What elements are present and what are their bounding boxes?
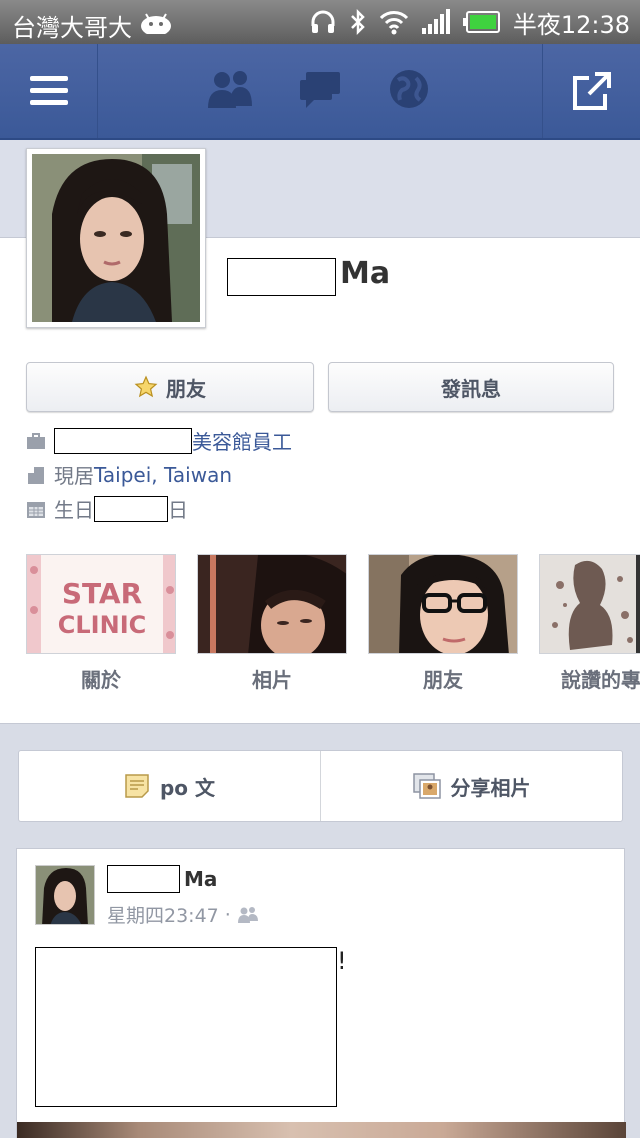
friends-audience-icon (237, 906, 258, 923)
about-tile-label[interactable]: 關於 (26, 664, 176, 693)
share-photo-button[interactable]: 分享相片 (320, 751, 622, 821)
work-title[interactable]: 美容館員工 (192, 426, 292, 455)
about-tile-image: STAR CLINIC (27, 555, 175, 653)
redacted-workplace (54, 427, 192, 454)
post-timestamp[interactable]: 星期四23:47 (107, 901, 219, 928)
menu-button[interactable] (0, 44, 98, 138)
menu-icon (29, 76, 68, 105)
message-button[interactable]: 發訊息 (328, 362, 614, 412)
likes-tile[interactable] (539, 554, 640, 654)
wifi-icon (379, 11, 408, 35)
note-icon (125, 774, 149, 798)
feed-post: Ma 星期四23:47 · ! (16, 848, 626, 1138)
post-author-name[interactable]: Ma (184, 867, 217, 891)
friends-tile-label[interactable]: 朋友 (368, 664, 518, 693)
write-post-label: po 文 (159, 775, 216, 800)
share-icon (572, 72, 611, 110)
likes-tile-image (540, 555, 640, 653)
battery-icon (462, 11, 500, 33)
photo-icon (412, 773, 441, 799)
redacted-birthday (94, 495, 168, 522)
post-composer: po 文 分享相片 (18, 750, 623, 822)
location-info: 現居 Taipei, Taiwan (26, 460, 232, 489)
briefcase-icon (27, 432, 45, 449)
redacted-post-author-first-name (107, 865, 180, 893)
top-navbar (0, 44, 640, 140)
headset-icon (311, 10, 335, 33)
post-meta: 星期四23:47 · (107, 901, 259, 928)
bluetooth-icon (350, 8, 365, 36)
profile-photo (32, 154, 200, 322)
message-button-label: 發訊息 (441, 376, 501, 401)
redacted-first-name (227, 258, 336, 296)
lives-label: 現居 (54, 464, 94, 488)
lives-location-link[interactable]: Taipei, Taiwan (94, 463, 232, 487)
birthday-suffix: 日 (168, 498, 188, 522)
calendar-icon (27, 501, 45, 518)
friend-button-label: 朋友 (166, 376, 206, 401)
redacted-post-body (35, 947, 337, 1107)
post-author-photo (36, 866, 94, 924)
carrier-name: 台灣大哥大 (12, 14, 132, 42)
friends-tile-image (369, 555, 517, 653)
profile-picture[interactable] (26, 148, 206, 328)
birthday-label: 生日 (54, 498, 94, 522)
birthday-info: 生日 日 (26, 494, 188, 523)
about-tile-text-1: STAR (62, 577, 142, 610)
meta-separator: · (224, 903, 231, 926)
notifications-globe-icon[interactable] (388, 68, 430, 110)
status-bar: 台灣大哥大 半夜12:38 (0, 0, 640, 44)
status-clock: 半夜12:38 (512, 10, 630, 39)
photos-tile-label[interactable]: 相片 (197, 664, 347, 693)
write-post-button[interactable]: po 文 (19, 751, 320, 821)
profile-name: Ma (340, 256, 391, 291)
post-body-suffix: ! (337, 947, 347, 975)
about-tile-text-2: CLINIC (58, 611, 146, 639)
star-icon (134, 375, 158, 398)
building-icon (28, 466, 44, 484)
likes-tile-label[interactable]: 說讚的專 (539, 664, 640, 693)
photos-tile-image (198, 555, 346, 653)
messages-icon[interactable] (298, 68, 342, 112)
friend-button[interactable]: 朋友 (26, 362, 314, 412)
about-tile[interactable]: STAR CLINIC (26, 554, 176, 654)
photos-tile[interactable] (197, 554, 347, 654)
friends-tile[interactable] (368, 554, 518, 654)
post-image-preview[interactable] (17, 1122, 626, 1138)
share-photo-label: 分享相片 (450, 775, 531, 800)
android-notification-icon (141, 13, 171, 34)
share-button[interactable] (542, 44, 640, 138)
friend-requests-icon[interactable] (206, 68, 254, 112)
signal-strength-icon (421, 9, 450, 34)
work-info: 美容館員工 (26, 426, 292, 455)
post-author-avatar[interactable] (35, 865, 95, 925)
